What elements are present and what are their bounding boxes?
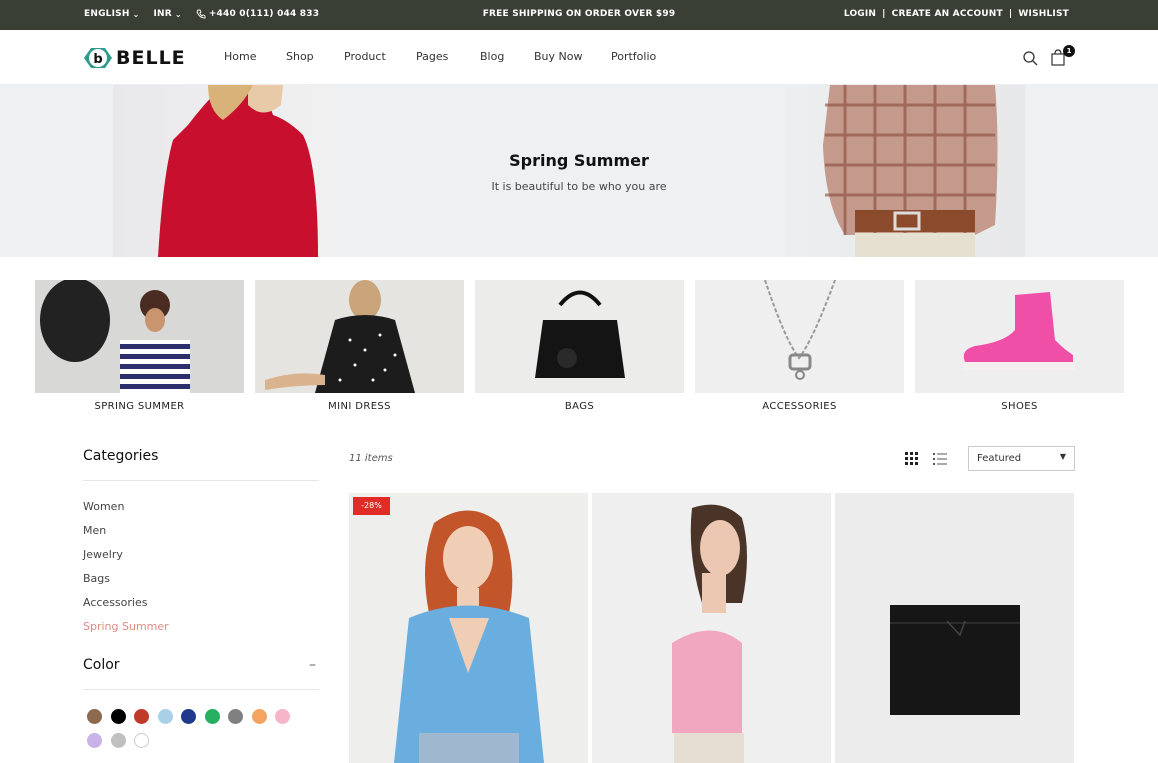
create-account-link[interactable]: CREATE AN ACCOUNT [892,9,1003,19]
category-label: BAGS [564,401,595,412]
sale-badge: -28% [353,497,390,515]
logo[interactable]: b BELLE [83,44,186,72]
color-swatch[interactable] [87,733,102,748]
category-image [915,280,1124,393]
wishlist-link[interactable]: WISHLIST [1018,9,1069,19]
color-swatch[interactable] [228,709,243,724]
nav-portfolio[interactable]: Portfolio [611,50,656,63]
category-image [35,280,244,393]
top-bar: ENGLISH ⌄ INR ⌄ +440 0(111) 044 833 FREE S… [0,0,1158,30]
cart-count-badge: 1 [1063,45,1075,57]
caret-down-icon: ▼ [1059,452,1066,461]
collapse-toggle-icon[interactable]: – [309,657,316,673]
category-card-shoes[interactable]: SHOES [915,280,1124,412]
color-swatch[interactable] [110,733,126,748]
sort-select[interactable]: Featured ▼ [968,446,1075,471]
filter-jewelry[interactable]: Jewelry [83,548,169,572]
nav-shop[interactable]: Shop [286,50,314,63]
search-icon[interactable] [1022,50,1038,66]
divider [83,689,319,690]
color-swatch[interactable] [251,709,267,724]
category-card-mini-dress[interactable]: MINI DRESS [255,280,464,412]
filter-spring-summer[interactable]: Spring Summer [83,620,169,644]
color-swatch[interactable] [204,709,220,724]
category-card-bags[interactable]: BAGS [475,280,684,412]
category-card-spring-summer[interactable]: SPRING SUMMER [35,280,244,412]
nav-pages[interactable]: Pages [416,50,448,63]
category-image [255,280,464,393]
grid-view-icon[interactable] [905,452,919,466]
logo-text: BELLE [116,47,186,69]
nav-blog[interactable]: Blog [480,50,504,63]
category-card-accessories[interactable]: ACCESSORIES [695,280,904,412]
color-heading: Color [83,657,120,673]
product-card[interactable] [349,493,588,763]
color-swatch[interactable] [134,709,149,724]
nav-product[interactable]: Product [344,50,386,63]
category-image [475,280,684,393]
product-card[interactable] [835,493,1074,763]
color-swatch[interactable] [157,709,173,724]
categories-heading: Categories [83,448,159,464]
color-swatch[interactable] [87,709,102,724]
filter-bags[interactable]: Bags [83,572,169,596]
items-count: 11 items [349,453,393,464]
color-swatch[interactable] [275,709,290,724]
category-label: SHOES [1001,401,1038,412]
category-label: SPRING SUMMER [94,401,185,412]
color-swatch[interactable] [110,709,126,724]
separator: | [1008,9,1013,19]
hero-model-right-image [785,85,1025,257]
separator: | [882,9,886,19]
product-card[interactable] [592,493,831,763]
svg-text:b: b [93,52,102,67]
hero-title: Spring Summer [509,151,649,170]
hero-banner[interactable]: Spring Summer It is beautiful to be who … [0,85,1158,257]
sort-value: Featured [977,453,1022,464]
filter-women[interactable]: Women [83,500,169,524]
hero-subtitle: It is beautiful to be who you are [491,180,667,193]
color-swatch[interactable] [134,733,149,748]
main-header: b BELLE Home Shop Product Pages Blog Buy… [0,30,1158,85]
logo-mark-icon: b [84,48,112,68]
divider [83,480,319,481]
category-label: ACCESSORIES [762,401,837,412]
nav-home[interactable]: Home [224,50,256,63]
color-swatch[interactable] [181,709,196,724]
login-link[interactable]: LOGIN [844,9,876,19]
nav-buy-now[interactable]: Buy Now [534,50,582,63]
category-filter-list: Women Men Jewelry Bags Accessories Sprin… [83,500,169,644]
list-view-icon[interactable] [933,452,947,466]
filter-men[interactable]: Men [83,524,169,548]
category-image [695,280,904,393]
filter-accessories[interactable]: Accessories [83,596,169,620]
hero-model-left-image [113,85,328,257]
category-label: MINI DRESS [328,401,391,412]
